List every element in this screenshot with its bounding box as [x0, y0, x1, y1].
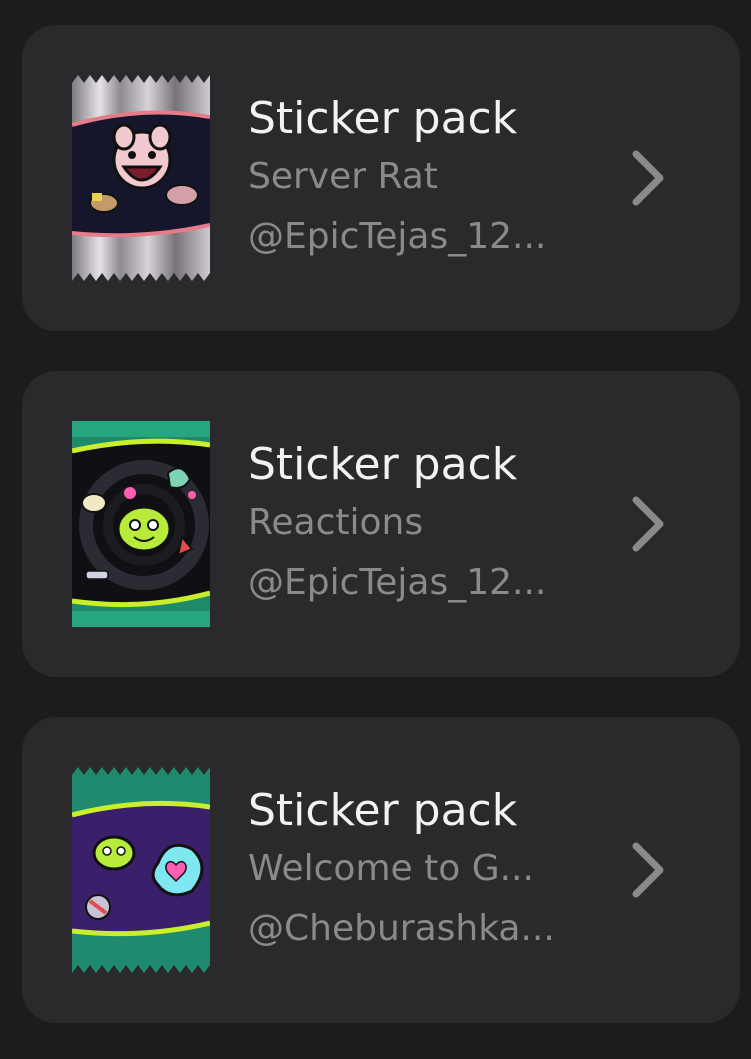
pack-author: @EpicTejas_12...	[248, 216, 547, 257]
server-rat-pack-icon	[72, 75, 210, 281]
pack-name: Server Rat	[248, 156, 438, 197]
pack-name: Welcome to G...	[248, 848, 534, 889]
pack-text: Sticker pack Welcome to G... @Cheburashk…	[248, 783, 578, 959]
pack-title: Sticker pack	[248, 439, 518, 490]
chevron-right-icon	[628, 148, 668, 208]
welcome-pack-icon	[72, 767, 210, 973]
pack-author: @Cheburashka...	[248, 908, 555, 949]
sticker-pack-card-server-rat[interactable]: Sticker pack Server Rat @EpicTejas_12...	[22, 25, 740, 331]
sticker-pack-card-welcome[interactable]: Sticker pack Welcome to G... @Cheburashk…	[22, 717, 740, 1023]
chevron-right-icon	[628, 494, 668, 554]
pack-name: Reactions	[248, 502, 424, 543]
pack-title: Sticker pack	[248, 785, 518, 836]
pack-title: Sticker pack	[248, 93, 518, 144]
sticker-pack-card-reactions[interactable]: Sticker pack Reactions @EpicTejas_12...	[22, 371, 740, 677]
sticker-pack-list: Sticker pack Server Rat @EpicTejas_12...	[0, 0, 751, 1059]
pack-text: Sticker pack Reactions @EpicTejas_12...	[248, 437, 578, 613]
chevron-right-icon	[628, 840, 668, 900]
pack-author: @EpicTejas_12...	[248, 562, 547, 603]
pack-text: Sticker pack Server Rat @EpicTejas_12...	[248, 91, 578, 267]
reactions-pack-icon	[72, 421, 210, 627]
